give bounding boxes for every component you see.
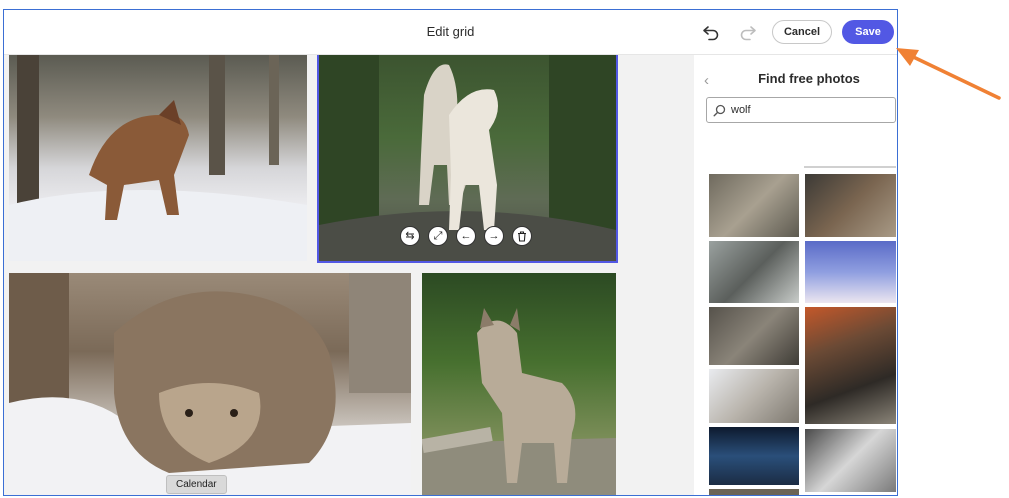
trash-icon[interactable]: [512, 226, 532, 246]
page-title: Edit grid: [426, 24, 475, 39]
result-thumbnail[interactable]: [805, 429, 896, 492]
grid-canvas: ⇆ ⤢ ← → Calendar: [4, 55, 694, 495]
grid-photo[interactable]: [422, 273, 616, 495]
grid-photo[interactable]: [9, 55, 307, 261]
search-icon: [713, 104, 726, 117]
move-left-icon[interactable]: ←: [456, 226, 476, 246]
result-thumbnail[interactable]: [805, 307, 896, 424]
grid-photo[interactable]: [9, 273, 411, 495]
photo-toolbar: ⇆ ⤢ ← →: [400, 226, 532, 246]
app-window: Edit grid Cancel Save ⇆ ⤢ ← → Calendar ‹…: [3, 9, 898, 496]
result-thumbnail[interactable]: [709, 369, 799, 423]
result-thumbnail[interactable]: [709, 307, 799, 365]
find-photos-panel: ‹ Find free photos: [694, 55, 897, 495]
search-input[interactable]: [731, 101, 881, 119]
chevron-left-icon[interactable]: ‹: [704, 72, 709, 89]
result-thumbnail[interactable]: [709, 174, 799, 237]
tooltip: Calendar: [166, 475, 227, 494]
panel-title: Find free photos: [758, 71, 860, 86]
top-bar: Edit grid Cancel Save: [4, 10, 897, 55]
save-button[interactable]: Save: [842, 20, 894, 44]
result-thumbnail[interactable]: [805, 174, 896, 237]
undo-icon[interactable]: [701, 22, 721, 42]
result-thumbnail[interactable]: [709, 241, 799, 303]
divider: [804, 166, 896, 168]
result-thumbnail[interactable]: [805, 241, 896, 303]
move-right-icon[interactable]: →: [484, 226, 504, 246]
redo-icon[interactable]: [738, 22, 758, 42]
result-thumbnail[interactable]: [709, 489, 799, 495]
result-thumbnail[interactable]: [709, 427, 799, 485]
search-box: [706, 97, 896, 123]
annotation-arrow-icon: [896, 48, 1001, 100]
swap-icon[interactable]: ⇆: [400, 226, 420, 246]
cancel-button[interactable]: Cancel: [772, 20, 832, 44]
expand-icon[interactable]: ⤢: [428, 226, 448, 246]
